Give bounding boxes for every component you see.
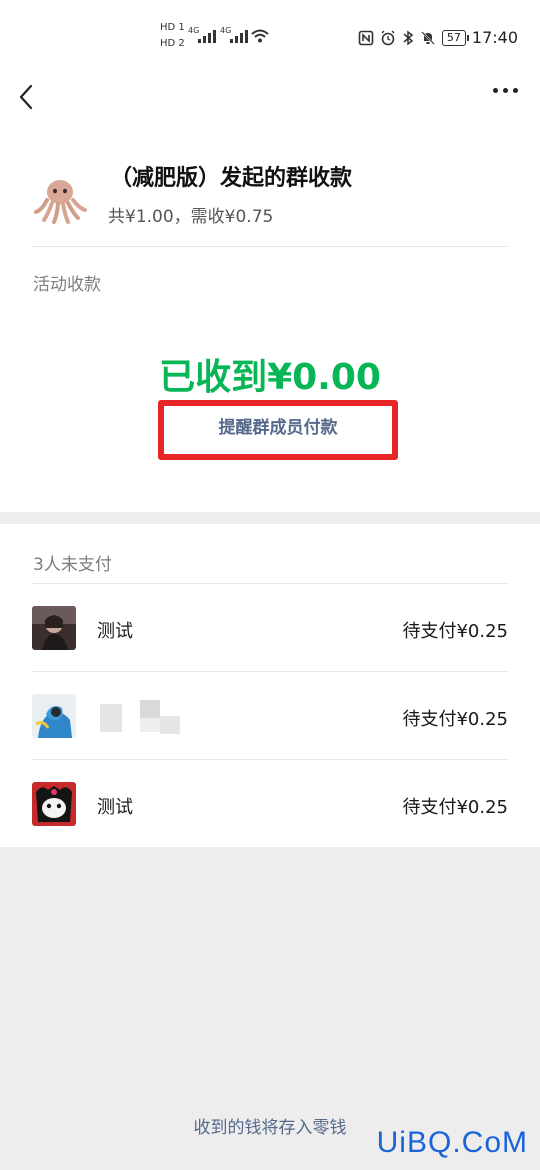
payment-status: 待支付¥0.25 [402,709,508,730]
collection-summary-card: （减肥版）发起的群收款 共¥1.00，需收¥0.75 活动收款 已收到¥0.00… [0,80,540,512]
divider [32,246,508,247]
avatar [32,694,76,738]
list-item[interactable]: 测试 待支付¥0.25 [0,760,540,848]
more-dots-icon [493,88,498,93]
sim1-badge: HD 1 [160,22,185,33]
bluetooth-icon [403,30,414,45]
signal-icon [230,30,248,43]
battery-indicator: 57 [441,29,469,46]
list-item[interactable]: 待支付¥0.25 [0,672,540,760]
signal-icon [198,30,216,43]
unpaid-list-card: 3人未支付 测试 待支付¥0.25 待支付¥0.25 测试 待支付¥0.25 [0,524,540,847]
avatar [32,782,76,826]
collection-totals: 共¥1.00，需收¥0.75 [108,207,274,227]
activity-label: 活动收款 [33,275,101,295]
clock: 17:40 [471,28,518,47]
payment-status: 待支付¥0.25 [402,621,508,642]
more-button[interactable] [493,88,518,93]
wifi-icon [251,29,269,43]
watermark: UiBQ.CoM [376,1126,528,1159]
nfc-icon [358,30,374,45]
chevron-left-icon [19,84,33,110]
alarm-icon [381,30,395,45]
received-amount: 已收到¥0.00 [159,357,381,398]
obscured-name [100,700,180,734]
payment-status: 待支付¥0.25 [402,797,508,818]
sim2-badge: HD 2 [160,38,185,49]
status-bar: HD 1 HD 2 4G 4G 57 17:40 [0,0,540,80]
mute-icon [421,30,435,45]
list-item[interactable]: 测试 待支付¥0.25 [0,584,540,672]
remind-members-button[interactable]: 提醒群成员付款 [158,400,398,460]
unpaid-count-label: 3人未支付 [33,555,112,575]
group-title: （减肥版）发起的群收款 [110,166,353,191]
member-name: 测试 [97,797,133,818]
member-name: 测试 [97,621,133,642]
avatar [32,606,76,650]
group-avatar [34,180,87,224]
back-button[interactable] [14,80,44,114]
status-right: 57 17:40 [358,28,518,47]
